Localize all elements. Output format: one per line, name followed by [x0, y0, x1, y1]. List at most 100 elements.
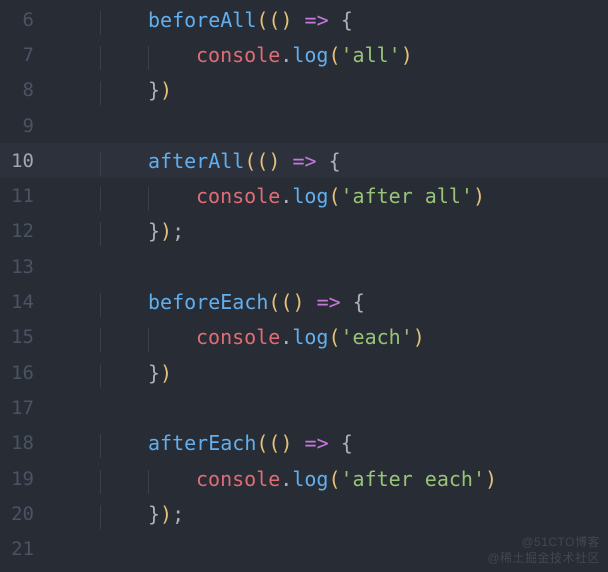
token-br: }	[148, 361, 160, 385]
line-number: 11	[0, 185, 60, 207]
token-kw: =>	[305, 431, 329, 455]
token-br: {	[341, 8, 353, 32]
token-fn: beforeEach	[148, 290, 268, 314]
token-kw: =>	[317, 290, 341, 314]
code-line[interactable]: 6beforeAll(() => {	[0, 2, 608, 37]
indent-guide	[100, 46, 101, 70]
token-pn: (	[328, 184, 340, 208]
indent-guide	[100, 470, 101, 494]
indent-guide	[100, 11, 101, 35]
token-dot: .	[280, 325, 292, 349]
code-line[interactable]: 8})	[0, 73, 608, 108]
token-fn: beforeAll	[148, 8, 256, 32]
token-pn: )	[473, 184, 485, 208]
token-obj: console	[196, 325, 280, 349]
code-line[interactable]: 10 afterAll(() => {	[0, 143, 608, 178]
code-line[interactable]: 18afterEach(() => {	[0, 426, 608, 461]
code-line[interactable]: 7console.log('all')	[0, 37, 608, 72]
token-obj: console	[196, 184, 280, 208]
line-number: 10	[0, 150, 60, 172]
token-pn: (()	[256, 8, 292, 32]
line-number: 8	[0, 79, 60, 101]
token-str: 'all'	[341, 43, 401, 67]
token-default	[329, 431, 341, 455]
token-str: 'after all'	[341, 184, 473, 208]
indent-guide	[148, 46, 149, 70]
code-editor[interactable]: 6beforeAll(() => {7console.log('all')8})…	[0, 0, 608, 572]
token-kw: =>	[305, 8, 329, 32]
token-default	[329, 8, 341, 32]
token-sc: ;	[172, 219, 184, 243]
line-number: 21	[0, 538, 60, 560]
token-obj: console	[196, 43, 280, 67]
token-dot: .	[280, 43, 292, 67]
token-pn: )	[413, 325, 425, 349]
token-dot: .	[280, 184, 292, 208]
code-content: });	[60, 502, 184, 526]
code-content: beforeAll(() => {	[60, 8, 353, 32]
indent-guide	[100, 364, 101, 388]
line-number: 16	[0, 362, 60, 384]
token-met: log	[292, 184, 328, 208]
token-pn: (()	[244, 149, 280, 173]
line-number: 7	[0, 44, 60, 66]
code-line[interactable]: 17	[0, 390, 608, 425]
token-default	[280, 149, 292, 173]
token-met: log	[292, 467, 328, 491]
token-br: {	[329, 149, 341, 173]
token-pn: )	[160, 361, 172, 385]
indent-guide	[100, 505, 101, 529]
line-number: 20	[0, 503, 60, 525]
token-br: }	[148, 219, 160, 243]
token-pn: (	[328, 467, 340, 491]
token-pn: )	[160, 219, 172, 243]
line-number: 9	[0, 115, 60, 137]
code-content: beforeEach(() => {	[60, 290, 365, 314]
code-line[interactable]: 12});	[0, 214, 608, 249]
line-number: 13	[0, 256, 60, 278]
token-met: log	[292, 43, 328, 67]
token-pn: )	[485, 467, 497, 491]
line-number: 18	[0, 432, 60, 454]
token-br: }	[148, 78, 160, 102]
code-line[interactable]: 13	[0, 249, 608, 284]
token-dot: .	[280, 467, 292, 491]
indent-guide	[100, 81, 101, 105]
indent-guide	[100, 187, 101, 211]
code-line[interactable]: 16})	[0, 355, 608, 390]
line-number: 17	[0, 397, 60, 419]
token-br: {	[341, 431, 353, 455]
code-line[interactable]: 20});	[0, 496, 608, 531]
indent-guide	[100, 152, 101, 176]
token-pn: )	[401, 43, 413, 67]
code-line[interactable]: 19 console.log('after each')	[0, 461, 608, 496]
indent-guide	[100, 222, 101, 246]
token-fn: afterEach	[148, 431, 256, 455]
token-default	[293, 431, 305, 455]
token-pn: (()	[268, 290, 304, 314]
token-default	[305, 290, 317, 314]
line-number: 15	[0, 326, 60, 348]
indent-guide	[100, 328, 101, 352]
line-number: 19	[0, 468, 60, 490]
indent-guide	[100, 293, 101, 317]
indent-guide	[148, 328, 149, 352]
token-str: 'after each'	[341, 467, 486, 491]
token-str: 'each'	[341, 325, 413, 349]
code-line[interactable]: 21	[0, 531, 608, 566]
code-content: console.log('after all')	[60, 184, 485, 208]
token-obj: console	[196, 467, 280, 491]
token-fn: afterAll	[148, 149, 244, 173]
indent-guide	[100, 434, 101, 458]
token-met: log	[292, 325, 328, 349]
indent-guide	[148, 470, 149, 494]
code-line[interactable]: 14beforeEach(() => {	[0, 284, 608, 319]
code-line[interactable]: 9	[0, 108, 608, 143]
token-br: {	[353, 290, 365, 314]
code-line[interactable]: 11console.log('after all')	[0, 178, 608, 213]
token-pn: )	[160, 502, 172, 526]
code-content: })	[60, 78, 172, 102]
token-default	[293, 8, 305, 32]
code-line[interactable]: 15console.log('each')	[0, 320, 608, 355]
token-kw: =>	[293, 149, 317, 173]
